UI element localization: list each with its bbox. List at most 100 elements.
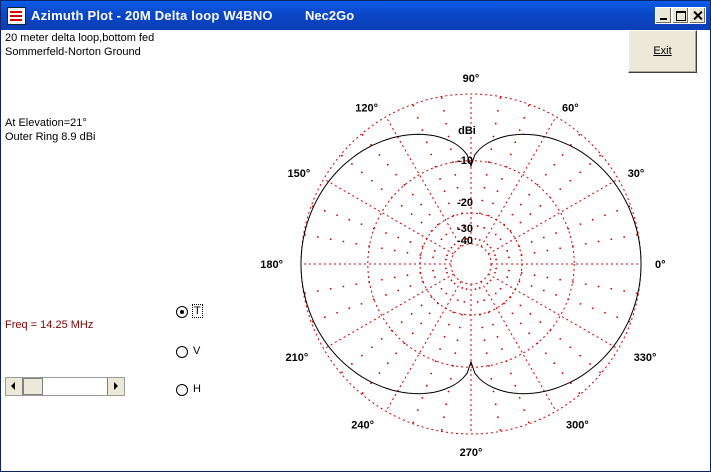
grid-dot <box>501 178 503 180</box>
grid-dot <box>539 204 542 207</box>
grid-dot <box>342 240 345 243</box>
grid-dot <box>509 153 512 156</box>
grid-dot <box>519 221 522 224</box>
radio-horizontal-label[interactable]: H <box>193 383 201 395</box>
grid-dot <box>380 337 383 340</box>
grid-dot <box>474 288 477 291</box>
close-button[interactable] <box>689 7 706 24</box>
grid-dot <box>461 212 463 215</box>
grid-dot <box>370 179 373 182</box>
scroll-left-arrow-icon[interactable] <box>6 378 23 395</box>
grid-dot <box>523 116 526 119</box>
angle-label-120: 120° <box>355 102 378 114</box>
grid-dot <box>447 135 450 138</box>
grid-dot <box>505 165 508 168</box>
grid-dot <box>485 173 488 176</box>
grid-dot <box>492 135 495 138</box>
grid-dot <box>419 254 422 256</box>
title-bar[interactable]: Azimuth Plot - 20M Delta loop W4BNO Nec2… <box>1 1 710 30</box>
grid-dot <box>496 335 499 338</box>
grid-dot <box>385 232 387 234</box>
grid-dot <box>410 213 413 216</box>
grid-dot <box>494 233 497 236</box>
grid-dot <box>483 339 486 342</box>
grid-dot <box>478 239 481 241</box>
grid-ring <box>300 93 642 435</box>
grid-dot <box>494 122 497 125</box>
grid-dot <box>589 163 592 165</box>
grid-dot <box>591 307 594 310</box>
radio-total-label[interactable]: T <box>192 304 203 318</box>
grid-dot <box>361 134 364 136</box>
grid-dot <box>492 323 494 326</box>
grid-dot <box>421 397 424 399</box>
grid-dot <box>503 223 506 226</box>
radio-vertical[interactable] <box>176 346 188 358</box>
grid-dot <box>591 218 594 221</box>
grid-dot <box>489 246 492 249</box>
radio-horizontal[interactable] <box>176 384 188 396</box>
grid-dot <box>436 223 439 226</box>
grid-dot <box>494 254 496 257</box>
horizontal-scrollbar[interactable] <box>5 377 125 396</box>
grid-dot <box>518 129 521 131</box>
grid-dot <box>360 302 363 305</box>
grid-dot <box>519 203 522 206</box>
grid-dot <box>355 283 358 286</box>
minimize-button[interactable] <box>655 7 672 24</box>
grid-dot <box>555 232 557 234</box>
radio-vertical-label[interactable]: V <box>193 345 200 357</box>
grid-dot <box>528 332 531 335</box>
grid-dot <box>623 290 626 292</box>
dbi-unit-label: dBi <box>458 125 476 137</box>
grid-dot <box>549 196 552 199</box>
grid-dot <box>412 421 415 424</box>
grid-dot <box>463 301 466 303</box>
grid-dot <box>476 301 479 303</box>
grid-dot <box>411 332 414 335</box>
grid-dot <box>386 163 389 166</box>
grid-dot <box>336 214 338 217</box>
grid-dot <box>428 213 431 216</box>
grid-dot <box>546 249 549 252</box>
angle-label-240: 240° <box>351 420 374 432</box>
grid-dot <box>403 183 406 186</box>
grid-dot <box>508 269 510 272</box>
grid-dot <box>527 421 530 424</box>
maximize-button[interactable] <box>672 7 689 24</box>
app-icon[interactable] <box>7 7 26 25</box>
grid-dot <box>529 213 532 216</box>
grid-dot <box>494 403 497 406</box>
scrollbar-thumb[interactable] <box>23 378 43 395</box>
grid-dot <box>425 384 428 387</box>
grid-dot <box>445 122 448 125</box>
antenna-description: 20 meter delta loop,bottom fed <box>5 32 155 44</box>
grid-dot <box>393 276 396 279</box>
radio-total[interactable] <box>176 306 188 318</box>
grid-dot <box>519 304 522 307</box>
grid-dot <box>439 178 441 180</box>
grid-dot <box>421 129 424 131</box>
grid-dot <box>456 186 459 189</box>
grid-dot <box>433 276 436 279</box>
grid-dot <box>447 390 450 393</box>
scroll-right-arrow-icon[interactable] <box>107 378 124 395</box>
grid-dot <box>355 242 358 245</box>
grid-dot <box>432 256 434 259</box>
grid-dot <box>584 242 587 245</box>
grid-dot <box>461 313 463 316</box>
grid-dot <box>342 285 345 288</box>
grid-dot <box>518 280 521 283</box>
grid-dot <box>518 245 521 248</box>
grid-dot <box>509 229 512 232</box>
scrollbar-track[interactable] <box>43 378 108 395</box>
grid-dot <box>445 292 448 295</box>
grid-radial <box>488 273 619 350</box>
grid-dot <box>443 190 446 193</box>
grid-dot <box>569 179 572 182</box>
grid-dot <box>533 274 536 277</box>
grid-dot <box>579 223 582 226</box>
grid-dot <box>604 214 606 217</box>
grid-dot <box>527 104 530 107</box>
grid-dot <box>397 236 400 239</box>
